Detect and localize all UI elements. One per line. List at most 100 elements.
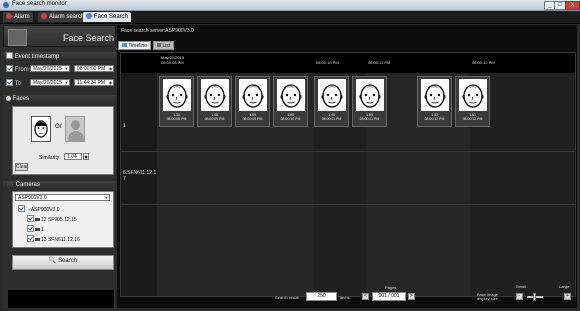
face-result-card[interactable]: 1.48 08:00:09 PM [197,76,232,127]
tree-checkbox[interactable] [27,215,34,222]
face-meta: 1.53 08:00:12 PM [418,113,451,121]
to-date-value: May/20/2015 [33,80,62,86]
cameras-header: Cameras [3,181,116,190]
from-time-field[interactable]: 08:00:00 PM ◆ [74,65,114,72]
face-thumbnail [163,79,191,111]
face-time: 08:00:12 PM [424,117,445,121]
similarity-field[interactable]: 1.04 [64,153,82,160]
window-title: Face search monitor [12,1,67,7]
from-row: From [6,65,29,73]
empty-face-slot[interactable] [65,116,85,142]
server-select[interactable]: ASP900V3.0 ▼ [15,194,110,201]
tab-list-label: List [162,43,171,49]
to-time-field[interactable]: 11:44:24 PM ◆ [74,79,114,86]
face-result-card[interactable]: 1.53 08:00:12 PM [417,76,452,127]
face-thumbnail [318,79,346,111]
similarity-value: 1.04 [67,154,77,160]
from-label: From [14,67,29,73]
tree-item-camera[interactable]: 13 SFN611.12.16 [27,235,80,243]
face-meta: 1.48 08:00:11 PM [315,113,348,121]
face-result-card[interactable]: 1.59 08:00:09 PM [235,76,270,127]
face-search-heading: Face Search [63,33,115,43]
from-checkbox[interactable] [6,65,13,72]
tab-alarm-search-label: Alarm search [49,14,85,20]
tree-item-camera[interactable]: 1 [27,225,44,233]
preview-area [8,290,114,308]
event-timestamp-label: Event timestamp [14,54,60,60]
chevron-down-icon[interactable]: ▼ [64,80,69,85]
pages-label: Pages [385,285,397,290]
to-date-field[interactable]: May/20/2015 ▼ [30,79,70,86]
face-meta: 1.58 08:00:10 PM [274,113,307,121]
tree-checkbox[interactable] [18,205,25,212]
face-thumbnail [201,79,229,111]
main-tabs: Alarm Alarm search Face Search [0,11,580,24]
tab-list[interactable]: List [153,41,175,50]
thumbnail-image [8,29,27,46]
face-search-header: Face Search [3,25,116,47]
time-header-time: 08:00:10 PM [316,60,339,65]
tree-checkbox[interactable] [27,225,34,232]
from-date-field[interactable]: May/20/2015 ▼ [30,65,70,72]
face-result-card[interactable]: 1.61 08:00:12 PM [455,76,490,127]
tree-item-camera[interactable]: 12 SF905.12.15 [27,215,77,223]
tab-alarm-label: Alarm [14,14,30,20]
face-size-slider-knob[interactable] [533,293,536,301]
face-result-card[interactable]: 1.30 08:00:08 PM [159,76,194,127]
search-button[interactable]: 🔍 Search [12,255,114,270]
chevron-down-icon[interactable]: ▼ [104,195,109,200]
next-page-button[interactable]: > [408,293,415,300]
from-date-value: May/20/2015 [33,66,62,72]
prev-page-button[interactable]: < [362,293,369,300]
face-meta: 1.59 08:00:09 PM [236,113,269,121]
tab-alarm-search[interactable]: Alarm search [38,12,88,22]
cameras-header-icon [7,182,13,186]
face-time: 08:00:08 PM [166,117,187,121]
items-label: items [340,295,350,300]
to-time-value: 11:44:24 PM [77,80,105,86]
time-spin-icon[interactable]: ◆ [108,66,113,71]
query-face-image[interactable] [31,116,51,142]
tab-timeline-label: Timeline [128,43,148,49]
to-row: To [6,79,21,87]
size-increase-button[interactable]: + [564,293,571,300]
time-spin-icon[interactable]: ◆ [108,80,113,85]
tree-checkbox[interactable] [27,235,34,242]
query-faces-box: Or Similarity 1.04 ◆ Clear [12,106,114,175]
tab-timeline[interactable]: Timeline [118,41,152,50]
chevron-down-icon[interactable]: ▼ [64,66,69,71]
camera-icon [35,228,40,231]
alarm-search-icon [41,13,47,19]
face-search-icon [86,13,92,19]
app-icon [3,2,9,8]
face-result-card[interactable]: 1.59 08:00:11 PM [352,76,387,127]
tree-item-server[interactable]: ⇢ ASP900V3.0 [18,205,60,213]
tab-face-search[interactable]: Face Search [83,12,132,22]
face-thumbnail [239,79,267,111]
to-checkbox[interactable] [6,79,13,86]
face-thumbnail [459,79,487,111]
face-meta: 1.59 08:00:11 PM [353,113,386,121]
close-button[interactable]: x [565,1,580,10]
cameras-label: Cameras [15,182,41,188]
face-size-label: Face image display size [477,292,498,301]
tab-alarm[interactable]: Alarm [3,12,33,22]
face-meta: 1.30 08:00:08 PM [160,113,193,121]
size-decrease-button[interactable]: - [516,293,523,300]
tab-face-search-label: Face Search [94,14,129,20]
small-label: Small [516,284,527,289]
search-result-label: Search result [275,295,299,300]
search-result-count: 250 [306,292,337,301]
or-label: Or [55,124,62,130]
faces-header: Faces [3,95,116,104]
from-time-value: 08:00:00 PM [77,66,106,72]
row-divider [121,151,575,152]
face-result-card[interactable]: 1.48 08:00:11 PM [314,76,349,127]
face-thumbnail [356,79,384,111]
server-select-value: ASP900V3.0 [18,195,47,201]
face-result-card[interactable]: 1.58 08:00:10 PM [273,76,308,127]
clear-button[interactable]: Clear [15,163,28,171]
similarity-spin-button[interactable]: ◆ [83,153,89,160]
event-timestamp-collapse-icon[interactable] [6,52,13,59]
time-header: 08:00:11 PM [366,53,418,73]
